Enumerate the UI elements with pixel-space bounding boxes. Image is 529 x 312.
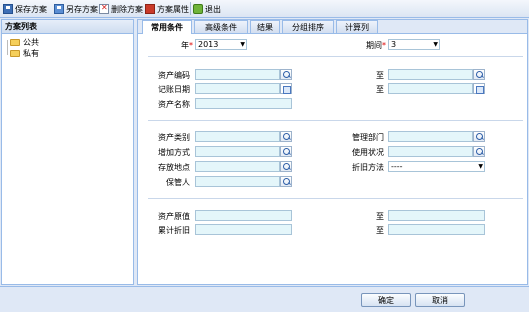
asset-code-to-label: 至 (376, 71, 384, 80)
lookup-icon[interactable] (280, 131, 292, 142)
asset-category-input[interactable] (195, 131, 280, 142)
save-scheme-button[interactable]: 保存方案 (3, 3, 47, 15)
posting-date-to-label: 至 (376, 85, 384, 94)
section-divider (148, 198, 523, 199)
period-select[interactable]: 3 ▼ (388, 39, 440, 50)
asset-name-label: 资产名称 (158, 100, 190, 109)
scheme-list-panel: 方案列表 公共 私有 (1, 19, 134, 285)
delete-scheme-label: 删除方案 (111, 4, 143, 14)
asset-code-to-input[interactable] (388, 69, 473, 80)
lookup-icon[interactable] (280, 176, 292, 187)
lookup-icon[interactable] (473, 131, 485, 142)
storage-location-input[interactable] (195, 161, 280, 172)
required-mark: * (189, 41, 193, 50)
asset-category-label: 资产类别 (158, 133, 190, 142)
asset-code-from-input[interactable] (195, 69, 280, 80)
tab-advanced-conditions[interactable]: 高级条件 (194, 20, 248, 33)
cancel-button[interactable]: 取消 (415, 293, 465, 307)
exit-button[interactable]: 退出 (193, 3, 221, 15)
accum-depreciation-from-input[interactable] (195, 224, 292, 235)
lookup-icon[interactable] (473, 146, 485, 157)
managing-dept-label: 管理部门 (352, 133, 384, 142)
accum-depreciation-label: 累计折旧 (158, 226, 190, 235)
lookup-icon[interactable] (280, 146, 292, 157)
accum-depreciation-to-input[interactable] (388, 224, 485, 235)
footer-bar: 确定 取消 (0, 286, 529, 312)
depreciation-method-label: 折旧方法 (352, 163, 384, 172)
posting-date-from-input[interactable] (195, 83, 280, 94)
tab-common-conditions[interactable]: 常用条件 (142, 20, 192, 34)
tree-item-private-label: 私有 (23, 48, 39, 58)
accum-depreciation-to-label: 至 (376, 226, 384, 235)
posting-date-to-input[interactable] (388, 83, 473, 94)
chevron-down-icon: ▼ (478, 163, 483, 170)
tree-item-public-label: 公共 (23, 37, 39, 47)
required-mark: * (382, 41, 386, 50)
depreciation-method-value: ---- (391, 162, 403, 171)
exit-icon (193, 4, 203, 14)
period-value: 3 (391, 40, 397, 49)
tree-item-private[interactable]: 私有 (10, 48, 39, 58)
save-as-icon (54, 4, 64, 14)
chevron-down-icon: ▼ (433, 41, 438, 48)
posting-date-label: 记账日期 (158, 85, 190, 94)
period-label: 期间* (366, 41, 386, 50)
scheme-properties-label: 方案属性 (157, 4, 189, 14)
original-value-from-input[interactable] (195, 210, 292, 221)
save-scheme-label: 保存方案 (15, 4, 47, 14)
lookup-icon[interactable] (280, 69, 292, 80)
increase-method-label: 增加方式 (158, 148, 190, 157)
scheme-properties-button[interactable]: 方案属性 (145, 3, 189, 15)
year-value: 2013 (198, 40, 219, 49)
delete-scheme-button[interactable]: 删除方案 (99, 3, 143, 15)
ok-button[interactable]: 确定 (361, 293, 411, 307)
tree-item-public[interactable]: 公共 (10, 37, 39, 47)
save-as-scheme-label: 另存方案 (66, 4, 98, 14)
save-icon (3, 4, 13, 14)
tab-results[interactable]: 结果 (250, 20, 280, 33)
scheme-list-title: 方案列表 (2, 20, 133, 34)
section-divider (148, 56, 523, 57)
lookup-icon[interactable] (280, 161, 292, 172)
usage-status-label: 使用状况 (352, 148, 384, 157)
toolbar: 保存方案 另存方案 删除方案 方案属性 退出 (0, 0, 529, 18)
storage-location-label: 存放地点 (158, 163, 190, 172)
custodian-input[interactable] (195, 176, 280, 187)
usage-status-input[interactable] (388, 146, 473, 157)
section-divider (148, 120, 523, 121)
asset-name-input[interactable] (195, 98, 292, 109)
tab-computed-columns[interactable]: 计算列 (336, 20, 378, 33)
tab-group-sort[interactable]: 分组排序 (282, 20, 334, 33)
year-select[interactable]: 2013 ▼ (195, 39, 247, 50)
calendar-icon[interactable] (280, 83, 292, 94)
custodian-label: 保管人 (166, 178, 190, 187)
tree-connector (7, 40, 8, 55)
original-value-to-label: 至 (376, 212, 384, 221)
delete-icon (99, 3, 109, 14)
asset-code-label: 资产编码 (158, 71, 190, 80)
save-as-scheme-button[interactable]: 另存方案 (54, 3, 98, 15)
folder-icon (10, 49, 20, 57)
chevron-down-icon: ▼ (240, 41, 245, 48)
original-value-to-input[interactable] (388, 210, 485, 221)
depreciation-method-select[interactable]: ---- ▼ (388, 161, 485, 172)
managing-dept-input[interactable] (388, 131, 473, 142)
year-label: 年* (181, 41, 193, 50)
increase-method-input[interactable] (195, 146, 280, 157)
original-value-label: 资产原值 (158, 212, 190, 221)
conditions-panel: 常用条件 高级条件 结果 分组排序 计算列 年* 2013 ▼ 期间* 3 ▼ 资产… (137, 19, 528, 285)
exit-label: 退出 (205, 4, 221, 14)
tab-bar: 常用条件 高级条件 结果 分组排序 计算列 (138, 20, 527, 34)
calendar-icon[interactable] (473, 83, 485, 94)
folder-icon (10, 38, 20, 46)
properties-icon (145, 4, 155, 14)
lookup-icon[interactable] (473, 69, 485, 80)
toolbar-separator (190, 2, 191, 15)
